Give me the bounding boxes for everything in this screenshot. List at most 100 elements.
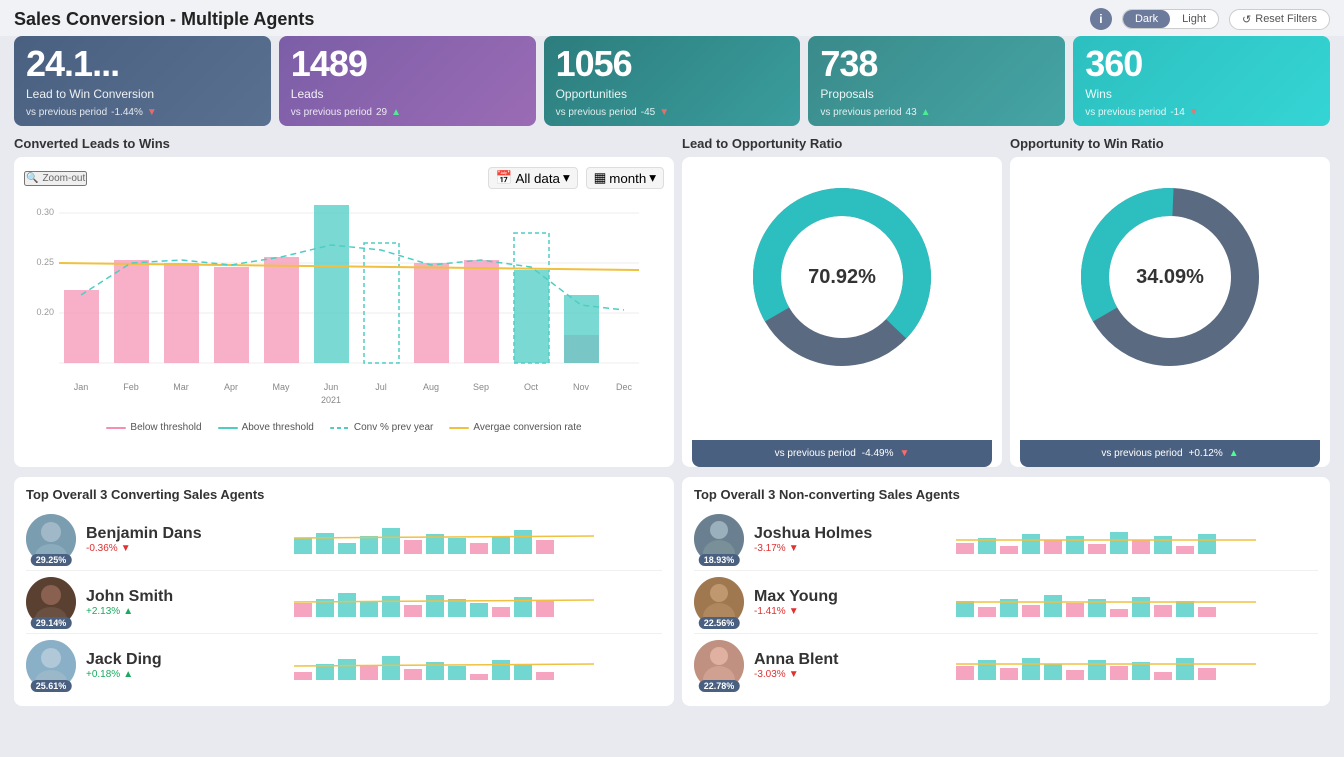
down-icon: ▼ [121,543,131,554]
kpi-proposals-label: Proposals [820,87,1053,101]
mini-chart-svg [226,644,662,686]
kpi-opportunities-compare: vs previous period -45 ▼ [556,107,789,118]
header-controls: i Dark Light ↺ Reset Filters [1090,8,1330,30]
agent-pct-badge: 18.93% [699,554,740,566]
agent-pct-badge: 29.14% [31,617,72,629]
kpi-lead-to-win-label: Lead to Win Conversion [26,87,259,101]
svg-text:Jan: Jan [74,382,89,392]
avatar-wrap: 22.56% [694,577,744,627]
legend-below-threshold: Below threshold [106,422,201,433]
dark-mode-button[interactable]: Dark [1123,10,1170,28]
avg-conversion-line [449,427,469,429]
down-icon: ▼ [659,107,669,118]
svg-text:0.20: 0.20 [36,307,54,317]
mini-chart-svg [894,644,1318,686]
svg-text:Nov: Nov [573,382,590,392]
top-non-converting-title: Top Overall 3 Non-converting Sales Agent… [694,487,1318,502]
kpi-leads-label: Leads [291,87,524,101]
kpi-opportunities-label: Opportunities [556,87,789,101]
agent-name: Max Young [754,588,884,606]
up-icon: ▲ [123,669,133,680]
mini-chart [894,644,1318,686]
opp-to-win-footer: vs previous period +0.12% ▲ [1020,440,1320,467]
converted-leads-chart: 🔍 Zoom-out 📅 All data ▾ ▦ month ▾ [14,157,674,467]
agent-name: Benjamin Dans [86,525,216,543]
kpi-proposals-compare: vs previous period 43 ▲ [820,107,1053,118]
down-icon: ▼ [1189,107,1199,118]
up-icon: ▲ [921,107,931,118]
agent-change: -0.36% ▼ [86,543,216,554]
kpi-lead-to-win-value: 24.1... [26,46,259,82]
kpi-wins-value: 360 [1085,46,1318,82]
top-converting-title: Top Overall 3 Converting Sales Agents [26,487,662,502]
info-button[interactable]: i [1090,8,1112,30]
month-button[interactable]: ▦ month ▾ [586,167,664,189]
mini-chart [226,644,662,686]
agent-row: 25.61% Jack Ding +0.18% ▲ [26,634,662,696]
svg-text:Sep: Sep [473,382,489,392]
page-title: Sales Conversion - Multiple Agents [14,9,314,30]
below-threshold-line [106,427,126,429]
svg-text:May: May [272,382,290,392]
agent-name: John Smith [86,588,216,606]
agent-row: 29.14% John Smith +2.13% ▲ [26,571,662,634]
legend-conv-prev-year: Conv % prev year [330,422,433,433]
agent-info: Joshua Holmes -3.17% ▼ [754,525,884,554]
mini-chart-svg [894,581,1318,623]
agent-info: Max Young -1.41% ▼ [754,588,884,617]
chart-controls: 📅 All data ▾ ▦ month ▾ [488,167,664,189]
agent-change: -1.41% ▼ [754,606,884,617]
kpi-proposals-value: 738 [820,46,1053,82]
bar-icon: ▦ [594,170,607,186]
legend-above-threshold: Above threshold [218,422,314,433]
agent-row: 22.56% Max Young -1.41% ▼ [694,571,1318,634]
down-icon: ▼ [147,107,157,118]
agent-info: Benjamin Dans -0.36% ▼ [86,525,216,554]
agent-change: -3.03% ▼ [754,669,884,680]
avatar-wrap: 22.78% [694,640,744,690]
down-icon: ▼ [789,543,799,554]
light-mode-button[interactable]: Light [1170,10,1218,28]
agent-pct-badge: 22.56% [699,617,740,629]
agent-name: Jack Ding [86,651,216,669]
zoom-out-button[interactable]: 🔍 Zoom-out [24,171,87,186]
mini-chart [226,518,662,560]
top-non-converting-panel: Top Overall 3 Non-converting Sales Agent… [682,477,1330,706]
theme-toggle: Dark Light [1122,9,1219,29]
chevron-down-icon: ▾ [649,170,656,186]
converted-leads-title: Converted Leads to Wins [14,136,674,151]
up-icon: ▲ [123,606,133,617]
agent-name: Joshua Holmes [754,525,884,543]
mini-chart [894,518,1318,560]
svg-text:Jul: Jul [375,382,387,392]
chevron-down-icon: ▾ [563,170,570,186]
kpi-lead-to-win: 24.1... Lead to Win Conversion vs previo… [14,36,271,126]
kpi-wins: 360 Wins vs previous period -14 ▼ [1073,36,1330,126]
svg-text:Jun: Jun [324,382,339,392]
calendar-icon: 📅 [496,170,513,186]
all-data-button[interactable]: 📅 All data ▾ [488,167,578,189]
up-icon: ▲ [391,107,401,118]
zoom-icon: 🔍 [26,173,38,184]
svg-text:Apr: Apr [224,382,238,392]
avatar-wrap: 29.14% [26,577,76,627]
reset-filters-button[interactable]: ↺ Reset Filters [1229,9,1330,30]
agent-info: Jack Ding +0.18% ▲ [86,651,216,680]
svg-text:0.25: 0.25 [36,257,54,267]
down-icon: ▼ [899,448,909,459]
svg-text:Dec: Dec [616,382,633,392]
legend-avg-conv-rate: Avergae conversion rate [449,422,581,433]
kpi-leads: 1489 Leads vs previous period 29 ▲ [279,36,536,126]
kpi-leads-value: 1489 [291,46,524,82]
above-threshold-line [218,427,238,429]
chart-toolbar: 🔍 Zoom-out 📅 All data ▾ ▦ month ▾ [24,167,664,189]
mini-chart-svg [226,518,662,560]
agent-pct-badge: 22.78% [699,680,740,692]
agent-row: 18.93% Joshua Holmes -3.17% ▼ [694,508,1318,571]
opp-to-win-value: 34.09% [1136,266,1204,289]
conv-prev-year-line [330,427,350,429]
kpi-proposals: 738 Proposals vs previous period 43 ▲ [808,36,1065,126]
agent-change: +2.13% ▲ [86,606,216,617]
svg-text:Feb: Feb [123,382,139,392]
agent-row: 22.78% Anna Blent -3.03% ▼ [694,634,1318,696]
